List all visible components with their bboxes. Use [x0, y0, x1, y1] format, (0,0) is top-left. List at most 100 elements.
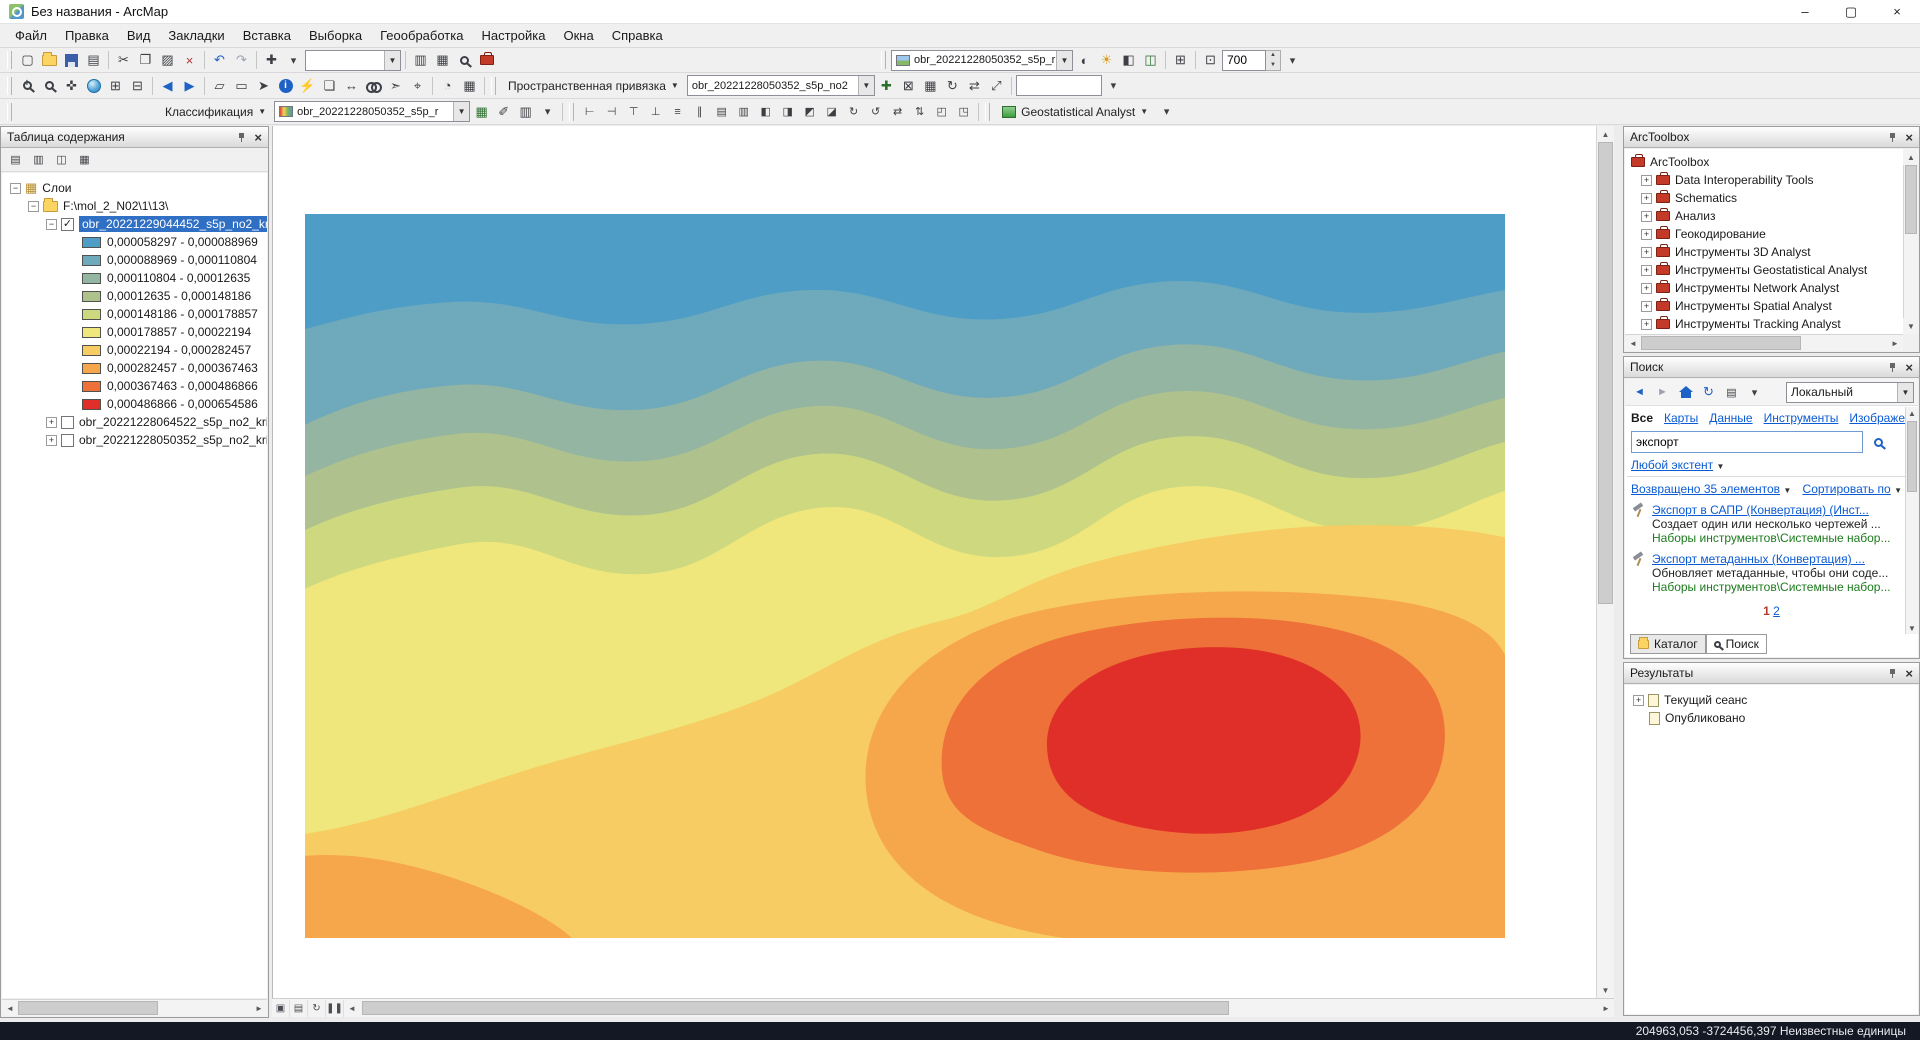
menu-edit[interactable]: Правка — [56, 25, 118, 46]
rotate-right-icon[interactable]: ↻ — [843, 101, 864, 122]
chevron-down-icon[interactable]: ▼ — [384, 51, 400, 70]
classification-menu-button[interactable]: Классификация ▼ — [158, 101, 273, 123]
print-icon[interactable]: ▤ — [83, 50, 104, 71]
chevron-down-icon[interactable]: ▼ — [1056, 51, 1072, 70]
close-icon[interactable]: × — [1905, 131, 1913, 144]
full-extent-icon[interactable] — [83, 75, 104, 96]
distribute-horizontal-icon[interactable]: ▤ — [711, 101, 732, 122]
list-by-source-icon[interactable]: ▥ — [28, 149, 49, 170]
fixed-zoom-in-icon[interactable]: ⊞ — [105, 75, 126, 96]
scroll-right-icon[interactable]: ► — [251, 1000, 267, 1016]
toolbar-grip[interactable] — [881, 51, 886, 69]
identify-icon[interactable]: i — [275, 75, 296, 96]
chevron-down-icon[interactable]: ▼ — [858, 76, 874, 95]
scroll-up-icon[interactable]: ▲ — [1598, 126, 1614, 142]
arctoolbox-vertical-scrollbar[interactable]: ▲ ▼ — [1903, 149, 1918, 334]
pan-icon[interactable]: ✜ — [61, 75, 82, 96]
scroll-right-icon[interactable]: ► — [1887, 335, 1903, 351]
layer-checkbox-unchecked[interactable] — [61, 416, 74, 429]
map-view[interactable] — [272, 126, 1596, 998]
menu-file[interactable]: Файл — [6, 25, 56, 46]
collapse-icon[interactable]: − — [46, 219, 57, 230]
tab-catalog[interactable]: Каталог — [1630, 634, 1706, 654]
same-width-icon[interactable]: ◨ — [777, 101, 798, 122]
list-by-selection-icon[interactable]: ▦ — [74, 149, 95, 170]
open-document-icon[interactable] — [39, 50, 60, 71]
find-icon[interactable] — [363, 75, 384, 96]
expand-icon[interactable]: + — [46, 417, 57, 428]
tree-item-toolbox[interactable]: + Инструменты 3D Analyst — [1631, 243, 1903, 261]
image-analysis-layer-combo[interactable]: obr_20221228050352_s5p_r ▼ — [891, 50, 1073, 71]
forward-icon[interactable]: ► — [1652, 382, 1673, 403]
transparency-icon[interactable]: ◧ — [1118, 50, 1139, 71]
scroll-right-icon[interactable]: ► — [1598, 1000, 1614, 1016]
list-by-drawing-order-icon[interactable]: ▤ — [5, 149, 26, 170]
contrast-icon[interactable]: ◐ — [1074, 50, 1095, 71]
tree-item-toolbox[interactable]: + Инструменты Geostatistical Analyst — [1631, 261, 1903, 279]
brightness-icon[interactable]: ☀ — [1096, 50, 1117, 71]
cut-icon[interactable]: ✂ — [113, 50, 134, 71]
time-slider-icon[interactable]: ◔ — [437, 75, 458, 96]
tree-item-toolbox[interactable]: + Schematics — [1631, 189, 1903, 207]
align-left-icon[interactable]: ⊢ — [579, 101, 600, 122]
legend-swatch[interactable] — [82, 363, 101, 374]
menu-insert[interactable]: Вставка — [234, 25, 300, 46]
close-icon[interactable]: × — [1905, 361, 1913, 374]
add-data-icon[interactable]: ✚ — [261, 50, 282, 71]
layer-checkbox-checked[interactable]: ✓ — [61, 218, 74, 231]
list-by-visibility-icon[interactable]: ◫ — [51, 149, 72, 170]
chevron-down-icon[interactable]: ▾ — [1744, 382, 1765, 403]
tree-item-toolbox[interactable]: + Геокодирование — [1631, 225, 1903, 243]
draw-polygon-icon[interactable]: ✐ — [493, 101, 514, 122]
scroll-down-icon[interactable]: ▼ — [1906, 622, 1918, 634]
close-icon[interactable]: × — [254, 131, 262, 144]
legend-swatch[interactable] — [82, 237, 101, 248]
toc-horizontal-scrollbar[interactable]: ◄ ► — [2, 999, 267, 1016]
histogram-icon[interactable]: ▥ — [515, 101, 536, 122]
arctoolbox-horizontal-scrollbar[interactable]: ◄ ► — [1625, 334, 1903, 351]
toolbox-window-icon[interactable] — [476, 50, 497, 71]
home-icon[interactable] — [1675, 382, 1696, 403]
tree-item-root[interactable]: ArcToolbox — [1631, 153, 1903, 171]
align-bottom-icon[interactable]: ⊥ — [645, 101, 666, 122]
new-document-icon[interactable]: ▢ — [17, 50, 38, 71]
redo-icon[interactable]: ↷ — [231, 50, 252, 71]
tree-item-toolbox[interactable]: + Data Interoperability Tools — [1631, 171, 1903, 189]
tree-item-shared[interactable]: Опубликовано — [1633, 709, 1918, 727]
classification-layer-combo[interactable]: obr_20221228050352_s5p_r ▼ — [274, 101, 470, 122]
expand-icon[interactable]: + — [1641, 229, 1652, 240]
result-path[interactable]: Наборы инструментов\Системные набор... — [1652, 531, 1890, 545]
menu-windows[interactable]: Окна — [554, 25, 602, 46]
table-of-contents-window-icon[interactable]: ▥ — [410, 50, 431, 71]
menu-selection[interactable]: Выборка — [300, 25, 371, 46]
legend-swatch[interactable] — [82, 255, 101, 266]
align-right-icon[interactable]: ⊣ — [601, 101, 622, 122]
expand-icon[interactable]: + — [1633, 695, 1644, 706]
tab-all[interactable]: Все — [1631, 411, 1653, 425]
add-data-dropdown-icon[interactable]: ▾ — [283, 50, 304, 71]
tree-item-toolbox[interactable]: + Анализ — [1631, 207, 1903, 225]
result-path[interactable]: Наборы инструментов\Системные набор... — [1652, 580, 1890, 594]
menu-bookmarks[interactable]: Закладки — [159, 25, 233, 46]
tree-item-layer[interactable]: + obr_20221228064522_s5p_no2_krigi — [2, 413, 267, 431]
collapse-icon[interactable]: − — [28, 201, 39, 212]
legend-swatch[interactable] — [82, 381, 101, 392]
toolbar-options-icon[interactable]: ▾ — [1103, 75, 1124, 96]
forward-extent-icon[interactable]: ▶ — [179, 75, 200, 96]
tree-item-toolbox[interactable]: + Инструменты Tracking Analyst — [1631, 315, 1903, 333]
pause-drawing-icon[interactable]: ❚❚ — [326, 1000, 344, 1017]
menu-view[interactable]: Вид — [118, 25, 160, 46]
scroll-down-icon[interactable]: ▼ — [1903, 318, 1919, 334]
scroll-down-icon[interactable]: ▼ — [1598, 982, 1614, 998]
legend-swatch[interactable] — [82, 327, 101, 338]
map-horizontal-scrollbar[interactable] — [360, 999, 1598, 1017]
search-input[interactable] — [1631, 431, 1863, 453]
back-extent-icon[interactable]: ◀ — [157, 75, 178, 96]
toolbar-options-icon[interactable]: ▾ — [1156, 101, 1177, 122]
order-back-icon[interactable]: ◳ — [953, 101, 974, 122]
delete-icon[interactable]: × — [179, 50, 200, 71]
flip-horizontal-icon[interactable]: ⇄ — [887, 101, 908, 122]
search-result[interactable]: Экспорт в САПР (Конвертация) (Инст... Со… — [1625, 500, 1918, 549]
scroll-left-icon[interactable]: ◄ — [2, 1000, 18, 1016]
search-icon[interactable] — [1868, 432, 1889, 453]
